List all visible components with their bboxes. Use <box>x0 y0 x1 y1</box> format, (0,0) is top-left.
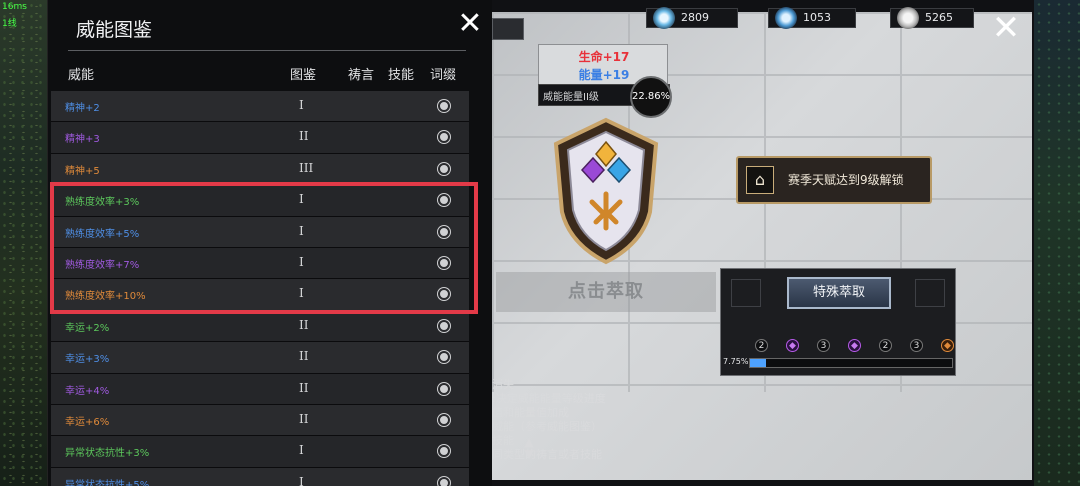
description-line: :决定威能能量等级进度 <box>492 392 606 405</box>
padlock-icon: ⌂ <box>746 166 774 194</box>
catalog-row[interactable]: 幸运+6% II <box>51 404 469 437</box>
game-world-right <box>1034 0 1080 486</box>
header-affix: 词缀 <box>430 68 457 83</box>
blue-crystal-icon <box>653 7 675 29</box>
catalog-tier: I <box>299 98 304 112</box>
power-name: 精神+3 <box>65 134 100 146</box>
catalog-header-row: 威能 图鉴 祷言 技能 词缀 <box>48 64 493 84</box>
gem-count-icon: 3 <box>910 339 923 352</box>
click-to-extract-label[interactable]: 点击萃取 <box>496 272 716 312</box>
purple-gem-icon: ◆ <box>786 339 799 352</box>
catalog-row[interactable]: 精神+5 III <box>51 153 469 186</box>
header-prayer: 祷言 <box>348 68 375 83</box>
server-line-readout: 1线 <box>2 19 17 29</box>
unlock-requirement-text: 赛季天赋达到9级解锁 <box>788 173 904 187</box>
header-power: 威能 <box>68 68 95 83</box>
close-panel-button[interactable]: ✕ <box>988 10 1024 46</box>
highlight-box <box>50 182 478 314</box>
power-level-label: 威能能量II级 <box>543 92 599 103</box>
resource-counter: 2809 <box>646 7 738 29</box>
catalog-tier: I <box>299 443 304 458</box>
special-progress-label: 7.75% <box>723 357 749 366</box>
close-catalog-button[interactable]: ✕ <box>452 6 488 42</box>
purple-gem-icon: ◆ <box>848 339 861 352</box>
resource-value: 1053 <box>803 11 831 24</box>
ornament-left <box>731 279 761 307</box>
affix-radio-icon[interactable] <box>438 319 450 332</box>
world-texture <box>0 0 48 486</box>
resource-value: 5265 <box>925 11 953 24</box>
affix-radio-icon[interactable] <box>438 476 450 486</box>
life-bonus: 生命+17 <box>578 50 630 64</box>
affix-radio-icon[interactable] <box>438 445 450 458</box>
special-extract-button[interactable]: 特殊萃取 <box>787 277 891 309</box>
power-name: 幸运+4% <box>65 385 110 397</box>
resource-value: 2809 <box>681 11 709 24</box>
power-name: 精神+2 <box>65 103 100 114</box>
power-name: 异常状态抗性+3% <box>65 448 150 460</box>
resource-counter: 1053 <box>768 7 856 29</box>
orange-gem-icon: ◆ <box>941 339 954 352</box>
special-progress-fill <box>750 359 766 367</box>
catalog-row[interactable]: 异常状态抗性+3% I <box>51 436 469 468</box>
gem-cost-row: 2 ◆ 3 ◆ 2 3 ◆ <box>755 339 955 353</box>
catalog-title: 威能图鉴 <box>76 19 153 41</box>
catalog-row[interactable]: 幸运+4% II <box>51 373 469 405</box>
affix-radio-icon[interactable] <box>438 413 450 426</box>
gem-count-icon: 3 <box>817 339 830 352</box>
catalog-row[interactable]: 精神+3 II <box>51 122 469 154</box>
gem-count-icon: 2 <box>879 339 892 352</box>
power-crest-icon[interactable] <box>546 116 666 266</box>
catalog-tier: II <box>299 349 309 364</box>
header-skill: 技能 <box>388 68 415 83</box>
catalog-tier: II <box>299 317 309 332</box>
power-progress-badge: 22.86% <box>630 76 672 118</box>
affix-radio-icon[interactable] <box>438 162 450 175</box>
ice-crystal-icon <box>775 7 797 29</box>
ping-readout: 16ms <box>2 2 27 12</box>
catalog-row[interactable]: 幸运+3% II <box>51 342 469 374</box>
power-name: 幸运+2% <box>65 322 110 334</box>
description-line: 消失 <box>492 378 514 391</box>
description-line: 威能（参考威能图鉴） <box>492 420 602 433</box>
power-name: 异常状态抗性+5% <box>65 479 150 486</box>
catalog-tier: I <box>299 474 304 486</box>
special-progress-bar <box>749 358 953 368</box>
catalog-row[interactable]: 精神+2 I <box>51 91 469 123</box>
affix-radio-icon[interactable] <box>438 100 450 112</box>
title-divider <box>68 50 466 51</box>
catalog-tier: II <box>299 380 309 395</box>
resource-counter: 5265 <box>890 7 974 29</box>
gem-count-icon: 2 <box>755 339 768 352</box>
power-name: 幸运+3% <box>65 354 110 366</box>
ornament-right <box>915 279 945 307</box>
special-extraction-panel: 特殊萃取 2 ◆ 3 ◆ 2 3 ◆ 7.75% <box>720 268 956 376</box>
description-line: 值和能量值加成 <box>492 406 569 419</box>
catalog-row[interactable]: 幸运+2% II <box>51 310 469 343</box>
affix-radio-icon[interactable] <box>438 351 450 364</box>
catalog-tier: III <box>299 160 314 175</box>
catalog-tier: II <box>299 411 309 426</box>
affix-radio-icon[interactable] <box>438 131 450 144</box>
power-name: 精神+5 <box>65 165 100 177</box>
power-name: 幸运+6% <box>65 416 110 428</box>
header-catalog: 图鉴 <box>290 68 317 83</box>
game-world-left: 16ms 1线 <box>0 0 48 486</box>
scroll-arrows-icon[interactable]: ▲ ▼ <box>523 436 535 462</box>
panel-tab[interactable] <box>492 18 524 40</box>
world-texture <box>1034 0 1080 486</box>
silver-coin-icon <box>897 7 919 29</box>
catalog-row[interactable]: 异常状态抗性+5% I <box>51 467 469 486</box>
locked-slot-card: ⌂ 赛季天赋达到9级解锁 <box>736 156 932 204</box>
catalog-tier: II <box>299 129 309 144</box>
affix-radio-icon[interactable] <box>438 382 450 395</box>
